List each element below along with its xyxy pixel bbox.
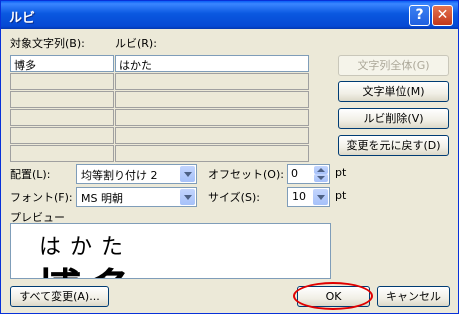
alignment-value: 均等割り付け 2 <box>81 169 158 182</box>
chevron-down-icon[interactable] <box>180 166 195 182</box>
ruby-cell[interactable] <box>115 91 309 108</box>
spin-down-icon[interactable] <box>314 174 328 182</box>
change-all-button[interactable]: すべて変更(A)... <box>10 286 109 307</box>
chevron-down-icon[interactable] <box>180 189 195 205</box>
ruby-cell[interactable] <box>115 73 309 90</box>
alignment-select[interactable]: 均等割り付け 2 <box>76 164 197 184</box>
size-value: 10 <box>292 190 306 203</box>
preview-pane: はかた 博多 <box>10 223 331 279</box>
offset-spinner[interactable]: 0 <box>287 164 330 184</box>
cancel-button[interactable]: キャンセル <box>377 286 450 307</box>
ruby-cell[interactable] <box>115 145 309 162</box>
dialog-title: ルビ <box>9 11 36 26</box>
base-text-cell[interactable] <box>10 109 114 126</box>
base-text-cell[interactable] <box>10 73 114 90</box>
close-button[interactable]: ✕ <box>432 5 453 26</box>
ruby-header: ルビ(R): <box>115 37 157 50</box>
base-text-cell[interactable] <box>10 91 114 108</box>
base-text-cell[interactable]: 博多 <box>10 55 114 72</box>
base-text-cell[interactable] <box>10 145 114 162</box>
font-label: フォント(F): <box>10 191 73 204</box>
chevron-down-icon[interactable] <box>313 189 328 205</box>
whole-string-button[interactable]: 文字列全体(G) <box>338 55 449 76</box>
help-button[interactable]: ? <box>409 5 430 26</box>
ruby-cell[interactable] <box>115 127 309 144</box>
size-unit: pt <box>335 189 347 202</box>
preview-base-text: 博多 <box>37 254 141 278</box>
font-select[interactable]: MS 明朝 <box>76 187 197 207</box>
size-label: サイズ(S): <box>208 191 260 204</box>
base-text-cell[interactable] <box>10 127 114 144</box>
restore-button[interactable]: 変更を元に戻す(D) <box>338 135 449 156</box>
offset-label: オフセット(O): <box>208 168 284 181</box>
ruby-dialog: ルビ ? ✕ 対象文字列(B): ルビ(R): 博多 はかた 文字列全体(G) … <box>0 0 459 314</box>
per-character-button[interactable]: 文字単位(M) <box>338 81 449 102</box>
title-bar[interactable]: ルビ ? ✕ <box>1 1 458 29</box>
ruby-cell[interactable] <box>115 109 309 126</box>
ruby-cell[interactable]: はかた <box>115 55 309 72</box>
delete-ruby-button[interactable]: ルビ削除(V) <box>338 108 449 129</box>
size-select[interactable]: 10 <box>287 187 330 207</box>
alignment-label: 配置(L): <box>10 168 51 181</box>
spin-up-icon[interactable] <box>314 166 328 174</box>
base-text-header: 対象文字列(B): <box>10 37 85 50</box>
highlight-ellipse <box>293 282 373 310</box>
offset-value: 0 <box>291 167 298 180</box>
font-value: MS 明朝 <box>81 192 123 205</box>
offset-unit: pt <box>335 166 347 179</box>
